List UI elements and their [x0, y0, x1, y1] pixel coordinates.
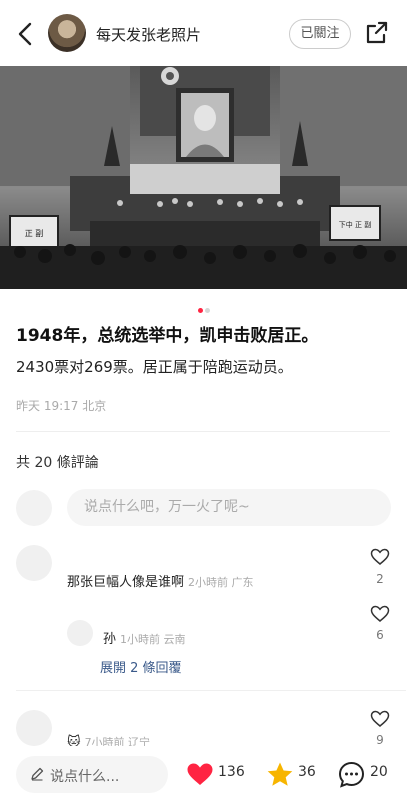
- reply-meta: 1小時前 云南: [120, 633, 186, 646]
- carousel-indicator: [0, 298, 407, 317]
- pencil-icon: [31, 767, 44, 781]
- bottom-action-bar: 说点什么... 136 36 20: [0, 746, 407, 800]
- reply-item[interactable]: 孙 1小時前 云南: [103, 628, 186, 647]
- post-timestamp: 昨天 19:17 北京: [16, 399, 107, 413]
- say-something-input[interactable]: 说点什么...: [16, 756, 168, 793]
- share-icon[interactable]: [365, 20, 389, 46]
- my-avatar: [16, 490, 52, 526]
- post-title: 1948年，总统选举中，凯申击败居正。: [16, 326, 319, 346]
- heart-filled-icon[interactable]: [186, 762, 214, 787]
- like-total: 136: [218, 764, 245, 780]
- comment-bubble-icon[interactable]: [338, 761, 365, 788]
- reply-avatar[interactable]: [67, 620, 93, 646]
- like-count: 6: [376, 628, 384, 642]
- reply-text: 孙: [103, 632, 117, 647]
- historical-assembly-photo: 正 副 下中 正 副: [0, 66, 407, 289]
- say-something-placeholder: 说点什么...: [50, 769, 120, 785]
- commenter-avatar[interactable]: [16, 545, 52, 581]
- post-photo[interactable]: 正 副 下中 正 副: [0, 66, 407, 289]
- expand-replies-link[interactable]: 展開 2 條回覆: [100, 657, 182, 676]
- star-filled-icon[interactable]: [266, 761, 294, 788]
- author-name[interactable]: 每天发张老照片: [96, 24, 201, 45]
- divider: [16, 431, 390, 432]
- comment-count: 共 20 條評論: [16, 455, 99, 471]
- sign-right-text: 下中 正 副: [339, 220, 371, 229]
- star-total: 36: [298, 764, 316, 780]
- carousel-dot: [204, 308, 210, 313]
- post-description: 2430票对269票。居正属于陪跑运动员。: [16, 358, 293, 376]
- comment-text: 那张巨幅人像是谁啊: [67, 575, 185, 590]
- back-arrow-icon[interactable]: [14, 20, 38, 48]
- heart-outline-icon[interactable]: [370, 710, 390, 728]
- comment-item[interactable]: 那张巨幅人像是谁啊 2小時前 广东: [67, 571, 254, 590]
- comment-total: 20: [370, 764, 388, 780]
- carousel-dot-active: [197, 308, 203, 313]
- heart-outline-icon[interactable]: [370, 605, 390, 623]
- comment-input[interactable]: 说点什么吧，万一火了呢~: [67, 489, 391, 526]
- like-count: 9: [376, 733, 384, 747]
- comment-meta: 2小時前 广东: [188, 576, 254, 589]
- like-count: 2: [376, 572, 384, 586]
- comment-separator: [16, 690, 406, 691]
- author-avatar[interactable]: [48, 14, 86, 52]
- follow-button[interactable]: 已關注: [289, 19, 351, 49]
- sign-left-text: 正 副: [25, 229, 44, 238]
- top-bar: 每天发张老照片 已關注: [0, 0, 407, 66]
- heart-outline-icon[interactable]: [370, 548, 390, 566]
- commenter-avatar[interactable]: [16, 710, 52, 746]
